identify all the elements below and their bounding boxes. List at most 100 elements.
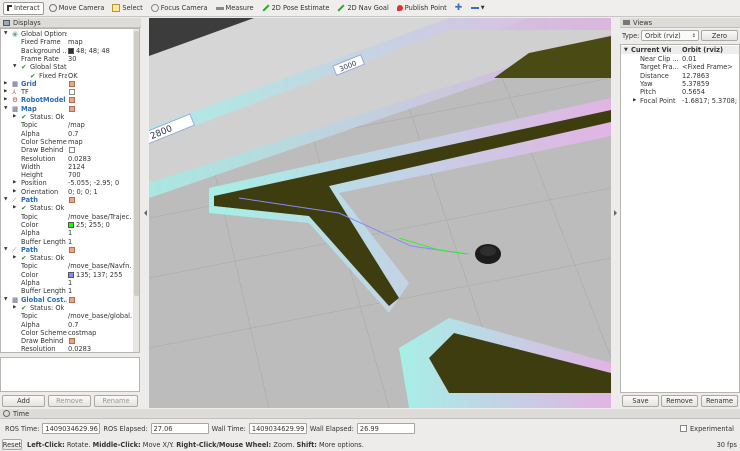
expand-arrow-icon[interactable]: ▶ xyxy=(13,204,16,212)
property-row[interactable]: ▼ ⟋ Path xyxy=(1,246,132,254)
view-property-row[interactable]: Distance 12.7863 xyxy=(621,72,739,80)
property-row[interactable]: Alpha 0.7 xyxy=(1,130,132,138)
expand-arrow-icon[interactable]: ▶ xyxy=(4,96,7,104)
expand-arrow-icon[interactable]: ▶ xyxy=(13,254,16,262)
scrollbar-thumb[interactable] xyxy=(134,31,139,296)
view-property-row[interactable]: Pitch 0.5654 xyxy=(621,88,739,96)
property-row[interactable]: ▶ ⚙ RobotModel xyxy=(1,96,132,104)
current-view-row[interactable]: ▼ Current View Orbit (rviz) xyxy=(621,46,739,55)
property-row[interactable]: Color 25; 255; 0 xyxy=(1,221,132,229)
expand-arrow-icon[interactable]: ▶ xyxy=(633,97,636,105)
property-row[interactable]: Width 2124 xyxy=(1,163,132,171)
property-row[interactable]: ▶ ▦ Grid xyxy=(1,80,132,88)
property-row[interactable]: Color Scheme costmap xyxy=(1,329,132,337)
property-row[interactable]: Frame Rate 30 xyxy=(1,55,132,63)
property-row[interactable]: Color Scheme map xyxy=(1,138,132,146)
view-property-row[interactable]: Near Clip ... 0.01 xyxy=(621,55,739,63)
expand-arrow-icon[interactable]: ▶ xyxy=(13,179,16,187)
wall-elapsed-field[interactable]: 26.99 xyxy=(356,423,415,434)
property-row[interactable]: ▼ ⟋ Path xyxy=(1,196,132,204)
property-row[interactable]: Resolution 0.0283 xyxy=(1,345,132,352)
property-row[interactable]: Height 700 xyxy=(1,171,132,179)
expand-arrow-icon[interactable]: ▶ xyxy=(13,113,16,121)
property-row[interactable]: ▶ Orientation 0; 0; 0; 1 xyxy=(1,188,132,196)
experimental-toggle[interactable]: Experimental xyxy=(680,425,734,433)
enable-checkbox[interactable] xyxy=(69,338,75,345)
property-row[interactable]: ▶ ⅄ TF xyxy=(1,88,132,96)
views-tree[interactable]: ▼ Current View Orbit (rviz) Near Clip ..… xyxy=(620,44,740,393)
expand-arrow-icon[interactable]: ▶ xyxy=(4,88,7,96)
collapse-arrow-icon[interactable]: ▼ xyxy=(4,246,7,254)
expand-arrow-icon[interactable]: ▶ xyxy=(13,188,16,196)
collapse-arrow-icon[interactable]: ▼ xyxy=(4,105,7,113)
property-row[interactable]: Draw Behind xyxy=(1,337,132,345)
enable-checkbox[interactable] xyxy=(69,105,75,112)
experimental-checkbox[interactable] xyxy=(680,425,688,432)
ros-elapsed-field[interactable]: 27.06 xyxy=(150,423,209,434)
pose-estimate-tool[interactable]: 2D Pose Estimate xyxy=(259,2,333,15)
property-row[interactable]: ▶ ✔ Status: Ok xyxy=(1,304,132,312)
reset-button[interactable]: Reset xyxy=(2,439,22,450)
property-row[interactable]: Fixed Frame map xyxy=(1,38,132,46)
property-row[interactable]: Draw Behind xyxy=(1,146,132,154)
add-tool-button[interactable]: ✚ xyxy=(452,2,466,15)
enable-checkbox[interactable] xyxy=(69,296,75,303)
remove-display-button[interactable]: Remove xyxy=(48,395,91,407)
wall-time-field[interactable]: 1409034629.99 xyxy=(248,423,307,434)
property-row[interactable]: ▼ ▩ Map xyxy=(1,105,132,113)
property-row[interactable]: Buffer Length 1 xyxy=(1,238,132,246)
view-property-row[interactable]: ▶ Focal Point -1.6817; 5.3708; -... xyxy=(621,97,739,105)
collapse-arrow-icon[interactable]: ▼ xyxy=(13,63,16,71)
collapse-arrow-icon[interactable]: ▼ xyxy=(4,30,7,38)
save-view-button[interactable]: Save xyxy=(622,395,659,407)
property-row[interactable]: Topic/map xyxy=(1,121,132,129)
remove-view-button[interactable]: Remove xyxy=(661,395,698,407)
rename-view-button[interactable]: Rename xyxy=(701,395,738,407)
property-row[interactable]: Resolution 0.0283 xyxy=(1,155,132,163)
property-row[interactable]: ▼ ✔Global Status... xyxy=(1,63,132,71)
collapse-left-arrow[interactable] xyxy=(144,210,147,216)
collapse-arrow-icon[interactable]: ▼ xyxy=(4,296,7,304)
property-row[interactable]: Topic/move_base/Trajec... xyxy=(1,213,132,221)
property-row[interactable]: ▼ ▩ Global Cost... xyxy=(1,296,132,304)
property-row[interactable]: Alpha 0.7 xyxy=(1,321,132,329)
enable-checkbox[interactable] xyxy=(69,89,75,96)
rename-display-button[interactable]: Rename xyxy=(94,395,138,407)
interact-tool[interactable]: Interact xyxy=(3,1,44,15)
add-display-button[interactable]: Add xyxy=(2,395,45,407)
property-row[interactable]: ▼ ◉ Global Options xyxy=(1,30,132,38)
enable-checkbox[interactable] xyxy=(69,197,75,203)
enable-checkbox[interactable] xyxy=(69,246,75,253)
property-row[interactable]: ✔Fixed FrameOK xyxy=(1,72,132,80)
property-row[interactable]: Color 135; 137; 255 xyxy=(1,271,132,279)
collapse-arrow-icon[interactable]: ▼ xyxy=(4,196,7,204)
property-row[interactable]: ▶ ✔ Status: Ok xyxy=(1,254,132,262)
move-camera-tool[interactable]: Move Camera xyxy=(46,2,108,15)
displays-tree[interactable]: ▼ ◉ Global Options Fixed Frame map Background… xyxy=(0,28,140,353)
property-row[interactable]: Topic/move_base/global... xyxy=(1,312,132,320)
property-row[interactable]: Buffer Length 1 xyxy=(1,287,132,295)
view-property-row[interactable]: Yaw 5.37859 xyxy=(621,80,739,88)
collapse-right-arrow[interactable] xyxy=(614,210,617,216)
enable-checkbox[interactable] xyxy=(69,80,75,87)
ros-time-field[interactable]: 1409034629.96 xyxy=(42,423,101,434)
remove-tool-button[interactable]: ▼ xyxy=(468,2,488,15)
select-tool[interactable]: Select xyxy=(109,2,145,15)
view-type-select[interactable]: Orbit (rviz) ⇕ xyxy=(641,30,699,41)
enable-checkbox[interactable] xyxy=(69,97,75,104)
nav-goal-tool[interactable]: 2D Nav Goal xyxy=(334,2,391,15)
zero-button[interactable]: Zero xyxy=(701,30,738,41)
focus-camera-tool[interactable]: Focus Camera xyxy=(148,2,211,15)
measure-tool[interactable]: Measure xyxy=(213,2,257,15)
property-row[interactable]: Topic/move_base/Navfn... xyxy=(1,262,132,270)
property-row[interactable]: ▶ ✔ Status: Ok xyxy=(1,113,132,121)
property-row[interactable]: ▶ ✔ Status: Ok xyxy=(1,204,132,212)
expand-arrow-icon[interactable]: ▶ xyxy=(4,80,7,88)
property-row[interactable]: Alpha 1 xyxy=(1,229,132,237)
enable-checkbox[interactable] xyxy=(69,147,75,154)
property-row[interactable]: Background ... 48; 48; 48 xyxy=(1,47,132,55)
displays-scrollbar[interactable] xyxy=(133,29,139,352)
view-property-row[interactable]: Target Fra... <Fixed Frame> xyxy=(621,63,739,71)
expand-arrow-icon[interactable]: ▶ xyxy=(13,304,16,312)
render-viewport[interactable]: 3000 2800 xyxy=(149,18,611,408)
